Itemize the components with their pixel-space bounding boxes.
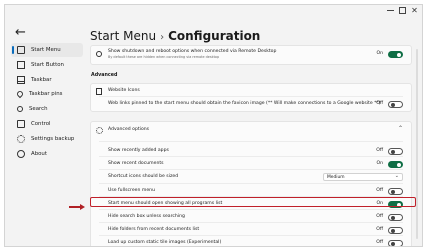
setting-row-static-tiles: Load up custom static tile images (Exper… (91, 238, 413, 246)
control-icon (17, 119, 25, 128)
pin-icon (15, 90, 25, 99)
static-tiles-toggle[interactable] (388, 240, 403, 246)
sidebar-item-start-button[interactable]: Start Button (11, 58, 83, 72)
taskbar-icon (17, 75, 25, 84)
breadcrumb-parent[interactable]: Start Menu (90, 29, 156, 43)
setting-label: Show shutdown and reboot options when co… (108, 49, 277, 54)
sidebar-item-start-menu[interactable]: Start Menu (11, 43, 83, 57)
card-title: Website Icons (108, 88, 140, 93)
info-icon (17, 149, 25, 158)
hide-search-toggle[interactable] (388, 214, 403, 221)
page-title: Start Menu › Configuration (90, 29, 260, 43)
recent-documents-toggle[interactable] (388, 161, 403, 168)
start-menu-icon (17, 46, 25, 54)
setting-description: By default these are hidden when connect… (108, 55, 220, 59)
hide-folders-toggle[interactable] (388, 227, 403, 234)
setting-label: Show recently added apps (108, 148, 169, 153)
maximize-icon[interactable] (399, 7, 406, 14)
sidebar-item-control[interactable]: Control (11, 117, 83, 131)
advanced-options-header[interactable]: Advanced options ⌃ (91, 125, 413, 136)
back-arrow-icon[interactable]: ← (15, 26, 26, 39)
divider (99, 141, 403, 142)
gear-icon (17, 134, 25, 143)
sidebar-item-taskbar-pins[interactable]: Taskbar pins (11, 87, 83, 101)
setting-label: Hide search box unless searching (108, 214, 185, 219)
breadcrumb-separator: › (160, 32, 165, 43)
website-icons-card: Website Icons Web links pinned to the st… (90, 83, 412, 112)
sidebar-item-label: Start Button (31, 61, 64, 68)
shutdown-toggle[interactable] (388, 51, 403, 58)
app-window: ✕ ← Start Menu › Configuration Start Menu … (4, 4, 423, 247)
icon-size-dropdown[interactable]: Medium ⌄ (323, 173, 403, 181)
annotation-arrow-icon (69, 204, 85, 210)
chevron-down-icon: ⌄ (394, 173, 399, 179)
sidebar-item-taskbar[interactable]: Taskbar (11, 73, 83, 87)
start-button-icon (17, 60, 25, 69)
setting-label: Use fullscreen menu (108, 188, 155, 193)
minimize-icon[interactable] (387, 10, 394, 11)
divider (99, 222, 403, 223)
breadcrumb-current: Configuration (168, 29, 261, 43)
toggle-state-text: Off (376, 188, 383, 193)
setting-row-shutdown: Show shutdown and reboot options when co… (91, 47, 413, 59)
divider (99, 96, 403, 97)
chevron-up-icon[interactable]: ⌃ (398, 125, 403, 132)
divider (99, 183, 403, 184)
divider (99, 156, 403, 157)
close-icon[interactable]: ✕ (411, 7, 418, 15)
setting-label: Shortcut icons should be sized (108, 174, 179, 179)
divider (99, 209, 403, 210)
toggle-state-text: Off (376, 240, 383, 245)
title-bar: ✕ (5, 5, 422, 17)
toggle-state-text: Off (376, 227, 383, 232)
toggle-state-text: On (376, 51, 383, 56)
section-heading-advanced: Advanced (91, 73, 118, 78)
sidebar-item-label: Control (31, 120, 51, 127)
fullscreen-toggle[interactable] (388, 188, 403, 195)
sidebar-item-label: Taskbar (31, 76, 52, 83)
toggle-state-text: On (376, 161, 383, 166)
sidebar-item-search[interactable]: Search (11, 102, 83, 116)
toggle-state-text: Off (376, 148, 383, 153)
setting-label: Load up custom static tile images (Exper… (108, 240, 222, 245)
setting-row-favicon: Web links pinned to the start menu shoul… (91, 99, 413, 110)
recent-apps-toggle[interactable] (388, 148, 403, 155)
advanced-options-card: Advanced options ⌃ Show recently added a… (90, 121, 413, 246)
sidebar: Start Menu Start Button Taskbar Taskbar … (11, 43, 83, 161)
scrollbar[interactable] (416, 49, 418, 239)
highlight-box (90, 197, 416, 207)
card-title: Advanced options (108, 127, 150, 132)
shutdown-card: Show shutdown and reboot options when co… (90, 45, 412, 65)
divider (99, 235, 403, 236)
sidebar-item-settings-backup[interactable]: Settings backup (11, 132, 83, 146)
sidebar-item-label: Start Menu (31, 47, 61, 53)
favicon-toggle[interactable] (388, 101, 403, 108)
divider (99, 169, 403, 170)
dropdown-value: Medium (327, 175, 345, 180)
sidebar-item-about[interactable]: About (11, 147, 83, 161)
settings-panel: Show shutdown and reboot options when co… (90, 45, 416, 246)
setting-label: Web links pinned to the start menu shoul… (108, 101, 381, 106)
setting-label: Show recent documents (108, 161, 164, 166)
sidebar-item-label: Taskbar pins (29, 91, 63, 98)
sidebar-item-label: Settings backup (31, 135, 75, 142)
sidebar-item-label: Search (29, 106, 48, 113)
search-icon (17, 106, 23, 113)
setting-label: Hide folders from recent documents list (108, 227, 200, 232)
toggle-state-text: Off (376, 214, 383, 219)
toggle-state-text: Off (376, 101, 383, 106)
sidebar-item-label: About (31, 150, 47, 157)
setting-row-icon-size: Shortcut icons should be sized Medium ⌄ (91, 172, 413, 183)
